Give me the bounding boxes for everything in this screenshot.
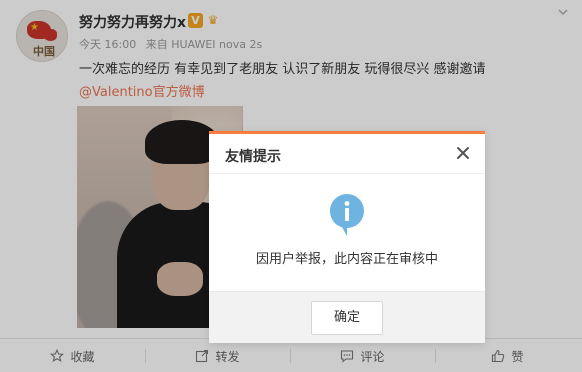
confirm-button[interactable]: 确定 [311, 301, 383, 335]
close-icon[interactable] [453, 143, 473, 163]
notice-dialog: 友情提示 因用户举报，此内容正在审核中 确定 [209, 131, 485, 343]
dialog-header: 友情提示 [209, 134, 485, 174]
dialog-footer: 确定 [209, 291, 485, 343]
dialog-title: 友情提示 [225, 149, 281, 165]
dialog-body: 因用户举报，此内容正在审核中 [209, 175, 485, 291]
info-icon [329, 193, 365, 237]
dialog-message: 因用户举报，此内容正在审核中 [255, 252, 438, 267]
